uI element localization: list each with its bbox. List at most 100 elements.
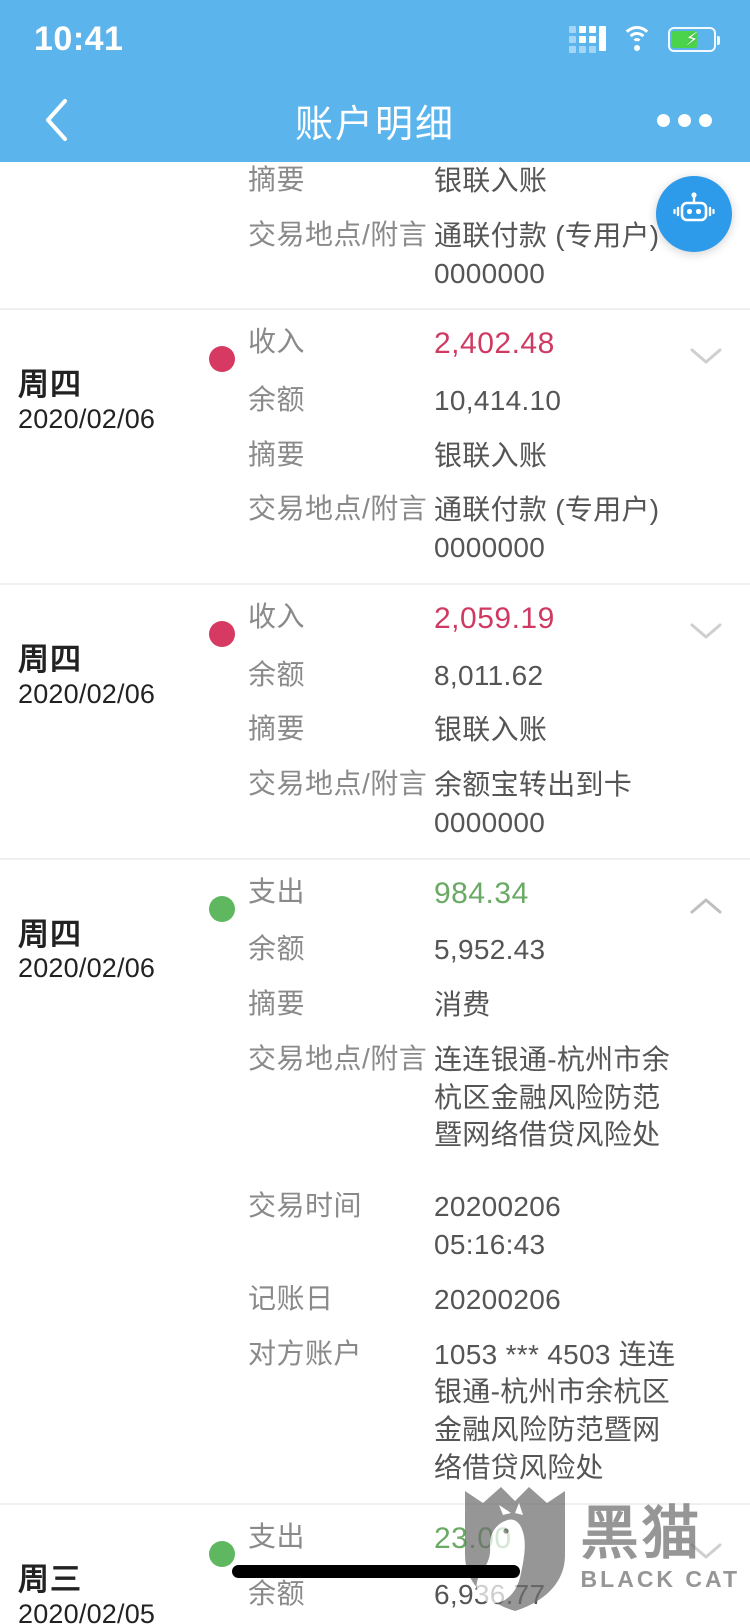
signal-bars-icon (569, 25, 606, 53)
balance-row: 余额 8,011.62 (248, 657, 678, 695)
field-label: 对方账户 (248, 1337, 363, 1369)
collapse-toggle[interactable] (688, 894, 728, 924)
field-label: 交易地点/附言 (248, 768, 428, 800)
chevron-down-icon (688, 1539, 728, 1563)
more-dot (699, 113, 712, 127)
transaction-fields: 收入 2,059.19 余额 8,011.62 摘要 银联入账 交易地点/附言 … (248, 599, 750, 842)
transaction-date: 2020/02/05 (18, 1598, 156, 1624)
chevron-left-icon (43, 97, 69, 143)
field-label: 余额 (248, 933, 306, 965)
amount-row: 收入 2,059.19 (248, 599, 678, 640)
transaction-fields: 支出 984.34 余额 5,952.43 摘要 消费 交易地点/附言 连连银通… (248, 874, 750, 1487)
amount-row: 支出 984.34 (248, 874, 678, 915)
more-dot (678, 113, 691, 127)
status-bar-indicators: ⚡ (569, 25, 720, 53)
wifi-icon (620, 26, 654, 52)
field-label: 余额 (248, 658, 306, 690)
field-value: 1053 *** 4503 连连银通-杭州市余杭区金融风险防范暨网络借贷风险处 (434, 1338, 676, 1484)
transaction-amount: 2,402.48 (434, 327, 555, 361)
status-bar-time: 10:41 (34, 19, 124, 58)
expand-toggle[interactable] (688, 1539, 728, 1569)
field-value: 银联入账 (434, 165, 548, 196)
transaction-fields: 收入 2,402.48 余额 10,414.10 摘要 银联入账 交易地点/附言… (248, 324, 750, 567)
page-title: 账户明细 (294, 103, 455, 146)
phone-screen: 10:41 ⚡ 账户明细 摘要 银联入账 交易地点/附言 通联付款 (专用户) … (0, 0, 750, 1624)
transaction-row[interactable]: 摘要 银联入账 交易地点/附言 通联付款 (专用户) 0000000 (0, 162, 750, 308)
more-options-button[interactable] (653, 104, 716, 137)
income-dot-icon (209, 346, 235, 373)
field-label: 摘要 (248, 164, 306, 195)
transaction-row-expanded[interactable]: 周四 2020/02/06 支出 984.34 余额 5,952.43 摘要 消… (0, 857, 750, 1503)
field-label: 支出 (248, 875, 306, 907)
transaction-date-column: 周四 2020/02/06 (0, 874, 196, 1487)
transaction-type-dot-column (196, 324, 248, 567)
field-value: 银联入账 (434, 439, 548, 471)
transaction-weekday: 周四 (18, 642, 82, 678)
field-value: 8,011.62 (434, 659, 544, 691)
summary-row: 摘要 消费 (248, 986, 678, 1024)
transaction-type-dot-column (196, 599, 248, 842)
chevron-down-icon (688, 619, 728, 643)
field-label: 余额 (248, 383, 306, 415)
field-label: 摘要 (248, 438, 306, 470)
field-value: 6,936.77 (434, 1579, 546, 1611)
balance-row: 余额 5,952.43 (248, 931, 678, 969)
transaction-date: 2020/02/06 (18, 404, 156, 435)
status-bar: 10:41 ⚡ (0, 0, 750, 78)
transaction-row[interactable]: 周四 2020/02/06 收入 2,402.48 余额 10,414.10 摘… (0, 308, 750, 583)
balance-row: 余额 6,936.77 (248, 1576, 678, 1614)
field-label: 余额 (248, 1578, 306, 1610)
transaction-list[interactable]: 摘要 银联入账 交易地点/附言 通联付款 (专用户) 0000000 周四 20… (0, 162, 750, 1624)
expand-toggle[interactable] (688, 619, 728, 649)
summary-row: 摘要 银联入账 (248, 162, 678, 200)
field-label: 交易地点/附言 (248, 493, 428, 525)
transaction-date-column: 周四 2020/02/06 (0, 599, 196, 842)
transaction-row[interactable]: 周三 2020/02/05 支出 23.00 余额 6,936.77 摘要 消费 (0, 1502, 750, 1624)
transaction-weekday: 周四 (18, 367, 82, 403)
field-label: 交易时间 (248, 1190, 363, 1222)
home-indicator[interactable] (232, 1565, 520, 1578)
post-date-row: 记账日 20200206 (248, 1281, 678, 1319)
chevron-down-icon (688, 344, 728, 368)
balance-row: 余额 10,414.10 (248, 382, 678, 420)
transaction-row[interactable]: 周四 2020/02/06 收入 2,059.19 余额 8,011.62 摘要… (0, 583, 750, 858)
field-label: 收入 (248, 326, 306, 358)
field-label: 摘要 (248, 713, 306, 745)
field-value: 通联付款 (专用户) 0000000 (434, 494, 660, 564)
chevron-up-icon (688, 894, 728, 918)
robot-assistant-icon (671, 189, 717, 240)
field-value: 连连银通-杭州市余杭区金融风险防范暨网络借贷风险处 (434, 1043, 671, 1151)
more-dot (657, 113, 670, 127)
transaction-weekday: 周四 (18, 916, 82, 952)
field-value: 余额宝转出到卡 0000000 (434, 769, 633, 838)
field-label: 摘要 (248, 988, 306, 1020)
transaction-type-dot-column (196, 874, 248, 1487)
income-dot-icon (209, 621, 235, 648)
expense-dot-icon (209, 1540, 235, 1567)
transaction-weekday: 周三 (18, 1561, 82, 1597)
field-value: 20200206 (434, 1283, 561, 1315)
field-value: 20200206 05:16:43 (434, 1191, 561, 1261)
summary-row: 摘要 银联入账 (248, 711, 678, 749)
location-row: 交易地点/附言 通联付款 (专用户) 0000000 (248, 491, 678, 567)
expand-toggle[interactable] (688, 344, 728, 374)
back-button[interactable] (34, 98, 78, 142)
amount-row: 支出 23.00 (248, 1519, 678, 1560)
location-row: 交易地点/附言 连连银通-杭州市余杭区金融风险防范暨网络借贷风险处 (248, 1041, 678, 1154)
robot-assistant-button[interactable] (656, 176, 732, 252)
field-label: 交易地点/附言 (248, 218, 428, 250)
field-label: 支出 (248, 1520, 306, 1552)
field-value: 10,414.10 (434, 384, 562, 416)
field-value: 消费 (434, 989, 491, 1021)
battery-charging-icon: ⚡ (668, 26, 720, 52)
expense-dot-icon (209, 895, 235, 922)
transaction-amount: 23.00 (434, 1521, 512, 1555)
transaction-type-dot-column (196, 162, 248, 292)
field-label: 记账日 (248, 1282, 334, 1314)
field-value: 通联付款 (专用户) 0000000 (434, 219, 660, 289)
summary-row: 摘要 银联入账 (248, 437, 678, 475)
field-label: 收入 (248, 601, 306, 633)
txn-time-row: 交易时间 20200206 05:16:43 (248, 1188, 678, 1264)
transaction-date: 2020/02/06 (18, 678, 156, 709)
transaction-date-column: 周三 2020/02/05 (0, 1519, 196, 1624)
